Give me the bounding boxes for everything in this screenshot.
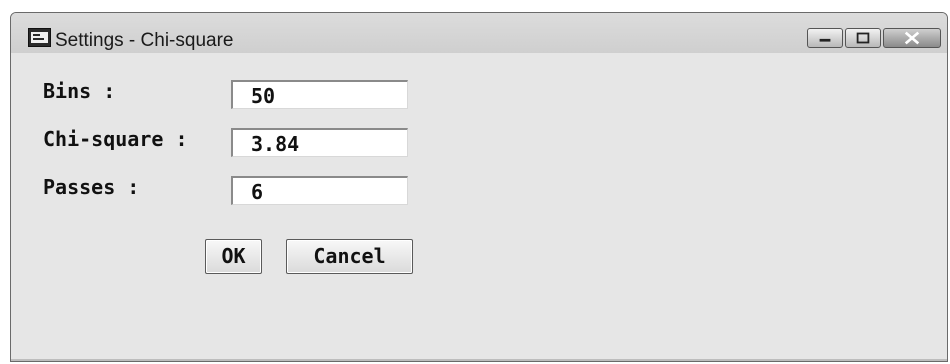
settings-dialog: Settings - Chi-square Bins : 50 Chi-squa… bbox=[10, 12, 948, 362]
minimize-icon bbox=[819, 38, 831, 42]
passes-input[interactable]: 6 bbox=[231, 176, 408, 205]
cancel-button[interactable]: Cancel bbox=[286, 239, 413, 274]
title-bar[interactable]: Settings - Chi-square bbox=[11, 13, 947, 53]
dialog-body: Bins : 50 Chi-square : 3.84 Passes : 6 O… bbox=[11, 53, 947, 361]
close-icon bbox=[904, 31, 920, 45]
app-icon bbox=[28, 28, 51, 47]
bins-input[interactable]: 50 bbox=[231, 80, 408, 109]
minimize-button[interactable] bbox=[807, 28, 843, 48]
chisquare-input[interactable]: 3.84 bbox=[231, 128, 408, 157]
passes-label: Passes : bbox=[43, 175, 140, 199]
window-title: Settings - Chi-square bbox=[55, 30, 234, 51]
bins-label: Bins : bbox=[43, 79, 116, 103]
window-bottom-border bbox=[11, 359, 947, 361]
maximize-icon bbox=[856, 32, 870, 44]
maximize-button[interactable] bbox=[845, 28, 881, 48]
close-button[interactable] bbox=[883, 28, 941, 48]
ok-button[interactable]: OK bbox=[205, 239, 262, 274]
chisquare-label: Chi-square : bbox=[43, 127, 188, 151]
